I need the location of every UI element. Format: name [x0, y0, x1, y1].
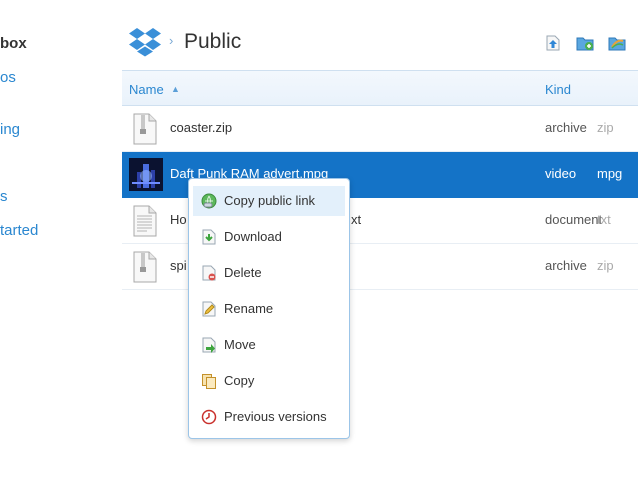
zip-file-icon: [133, 113, 157, 145]
rename-icon: [202, 301, 216, 317]
video-thumbnail: [129, 158, 163, 191]
zip-file-icon: [133, 251, 157, 283]
menu-item-previous-versions[interactable]: Previous versions: [193, 402, 345, 432]
file-extension: mpg: [597, 166, 623, 181]
file-name: Ho: [170, 212, 187, 227]
menu-item-label: Delete: [224, 265, 262, 280]
sort-ascending-icon: ▲: [171, 84, 180, 94]
text-file-icon: [133, 205, 157, 237]
download-icon: [202, 229, 216, 245]
new-folder-icon[interactable]: [576, 34, 594, 52]
sidebar-item-photos[interactable]: os: [0, 69, 16, 86]
sidebar-item-sharing[interactable]: ing: [0, 121, 20, 138]
header-bar: › Public: [122, 24, 638, 64]
menu-item-move[interactable]: Move: [193, 330, 345, 360]
delete-icon: [202, 265, 216, 281]
breadcrumb-separator: ›: [169, 33, 174, 48]
file-extension: zip: [597, 120, 614, 135]
file-name: coaster.zip: [170, 120, 233, 135]
kind-column-header[interactable]: Kind: [545, 82, 571, 97]
file-row[interactable]: coaster.zip archive zip: [122, 106, 638, 152]
menu-item-label: Copy: [224, 373, 255, 388]
file-kind: archive: [545, 258, 587, 273]
file-kind: archive: [545, 120, 587, 135]
menu-item-label: Copy public link: [224, 193, 316, 208]
file-kind: video: [545, 166, 577, 181]
file-extension: zip: [597, 258, 614, 273]
public-link-icon: [201, 193, 217, 209]
sidebar-title: box: [0, 35, 27, 52]
file-kind: document: [545, 212, 603, 227]
file-extension: txt: [597, 212, 611, 227]
sidebar-item-events[interactable]: s: [0, 188, 8, 205]
page-title: Public: [184, 30, 242, 53]
menu-item-label: Move: [224, 337, 256, 352]
previous-versions-icon: [201, 409, 217, 425]
menu-item-copy-public-link[interactable]: Copy public link: [193, 186, 345, 216]
copy-icon: [202, 374, 216, 389]
sidebar: box os ing s tarted: [0, 0, 110, 486]
menu-item-delete[interactable]: Delete: [193, 258, 345, 288]
menu-item-copy[interactable]: Copy: [193, 366, 345, 396]
upload-icon[interactable]: [544, 34, 562, 52]
dropbox-logo[interactable]: [128, 27, 162, 57]
sidebar-item-get-started[interactable]: tarted: [0, 222, 38, 239]
menu-item-download[interactable]: Download: [193, 222, 345, 252]
name-column-header[interactable]: Name: [129, 82, 164, 97]
file-name: spi: [170, 258, 187, 273]
share-folder-icon[interactable]: [608, 34, 626, 52]
menu-item-label: Previous versions: [224, 409, 327, 424]
file-name-tail: xt: [351, 212, 362, 227]
menu-item-rename[interactable]: Rename: [193, 294, 345, 324]
menu-item-label: Rename: [224, 301, 274, 316]
context-menu: Copy public link Download Delete Rename …: [188, 178, 350, 439]
move-icon: [202, 337, 216, 353]
column-header: Name ▲ Kind: [122, 70, 638, 106]
menu-item-label: Download: [224, 229, 282, 244]
